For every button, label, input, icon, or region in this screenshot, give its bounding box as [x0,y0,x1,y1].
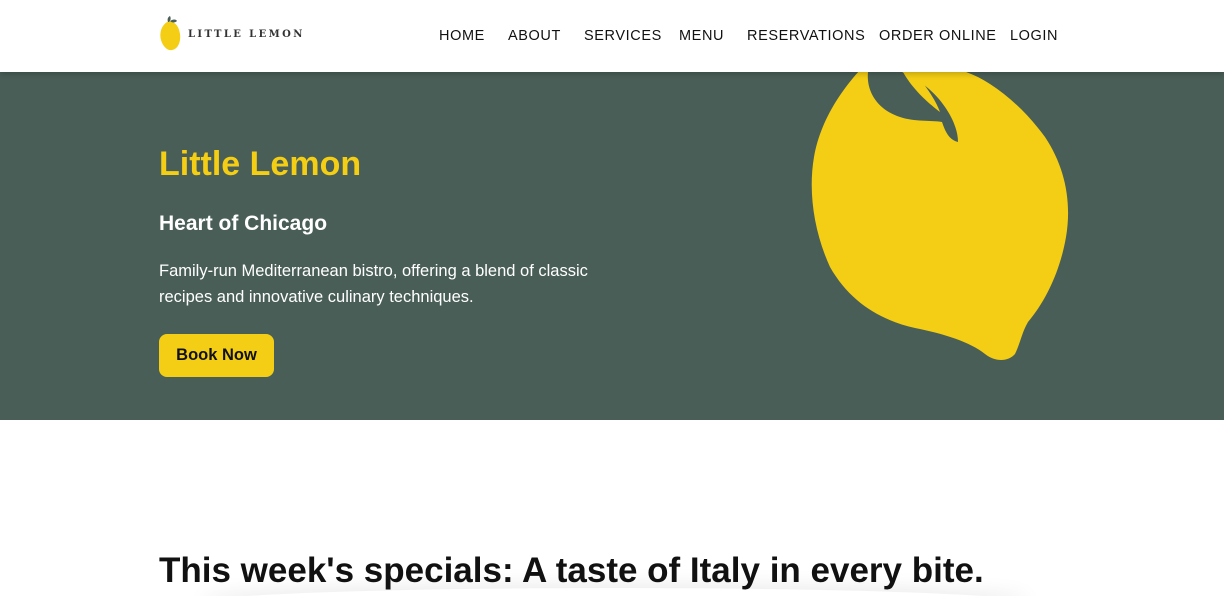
hero-title: Little Lemon [159,145,362,183]
navbar: LITTLE LEMON HOME ABOUT SERVICES MENU RE… [0,0,1224,72]
nav-order-online[interactable]: ORDER ONLINE [879,26,997,46]
nav-about[interactable]: ABOUT [508,26,561,46]
logo-link[interactable]: LITTLE LEMON [159,16,305,52]
book-now-button[interactable]: Book Now [159,334,274,377]
hero-section: Little Lemon Heart of Chicago Family-run… [0,72,1224,420]
nav-services[interactable]: SERVICES [584,26,662,46]
nav-home[interactable]: HOME [439,26,485,46]
hero-description: Family-run Mediterranean bistro, offerin… [159,262,588,306]
nav-reservations[interactable]: RESERVATIONS [747,26,865,46]
hero-subtitle: Heart of Chicago [159,212,328,235]
lemon-logo-icon [160,16,181,51]
lemon-illustration-icon [811,72,1069,360]
nav-menu[interactable]: MENU [679,26,724,46]
nav-login[interactable]: LOGIN [1010,26,1058,46]
specials-title: This week's specials: A taste of Italy i… [159,551,984,590]
logo-text: LITTLE LEMON [188,28,305,40]
